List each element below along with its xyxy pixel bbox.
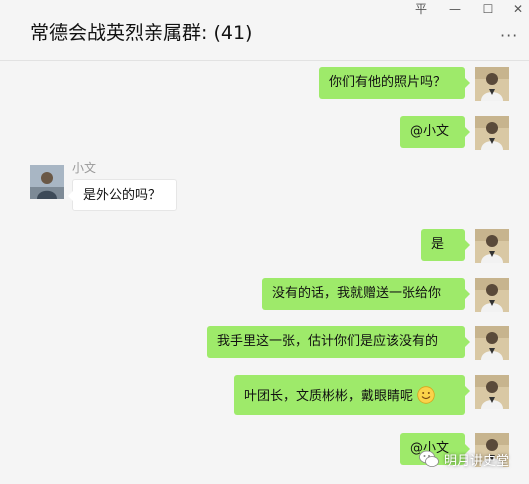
message-text: 叶团长，文质彬彬，戴眼睛呢 (244, 389, 414, 404)
avatar-self[interactable] (475, 229, 509, 263)
chat-title: 常德会战英烈亲属群: (41) (30, 22, 253, 44)
avatar-self[interactable] (475, 116, 509, 150)
message-bubble-outgoing[interactable]: @小文 (400, 116, 470, 148)
avatar-photo-icon (475, 116, 509, 150)
message-bubble-incoming[interactable]: 是外公的吗？ (68, 179, 177, 211)
close-button[interactable]: ✕ (509, 2, 527, 16)
avatar-photo-icon (475, 229, 509, 263)
watermark-text: 明月讲史堂 (444, 453, 510, 469)
avatar-photo-icon (475, 67, 509, 101)
maximize-button[interactable]: ☐ (479, 2, 497, 16)
watermark: 明月讲史堂 (418, 448, 509, 470)
message-list[interactable]: 你们有他的照片吗？ @小文 小文 是外公的吗？ 是 没有的话，我就赠送一张给你 … (0, 61, 529, 484)
sender-name: 小文 (72, 161, 97, 175)
avatar-self[interactable] (475, 326, 509, 360)
pin-button[interactable]: 平 (412, 2, 430, 16)
wechat-logo-icon (419, 450, 439, 467)
chat-header: 常德会战英烈亲属群: (41) 平 — ☐ ✕ ··· (0, 0, 529, 61)
message-bubble-outgoing[interactable]: 我手里这一张，估计你们是应该没有的 (207, 326, 470, 358)
message-bubble-outgoing[interactable]: 叶团长，文质彬彬，戴眼睛呢 (234, 375, 470, 415)
message-bubble-outgoing[interactable]: 你们有他的照片吗？ (319, 67, 470, 99)
avatar-self[interactable] (475, 278, 509, 312)
avatar-self[interactable] (475, 67, 509, 101)
avatar-photo-icon (475, 375, 509, 409)
smile-emoji-icon (417, 386, 435, 404)
more-options-button[interactable]: ··· (500, 28, 522, 44)
avatar-self[interactable] (475, 375, 509, 409)
message-bubble-outgoing[interactable]: 是 (421, 229, 470, 261)
avatar-photo-icon (475, 326, 509, 360)
avatar-contact[interactable] (30, 165, 64, 199)
minimize-button[interactable]: — (446, 2, 464, 16)
message-bubble-outgoing[interactable]: 没有的话，我就赠送一张给你 (262, 278, 470, 310)
avatar-photo-icon (475, 278, 509, 312)
avatar-photo-icon (30, 165, 64, 199)
